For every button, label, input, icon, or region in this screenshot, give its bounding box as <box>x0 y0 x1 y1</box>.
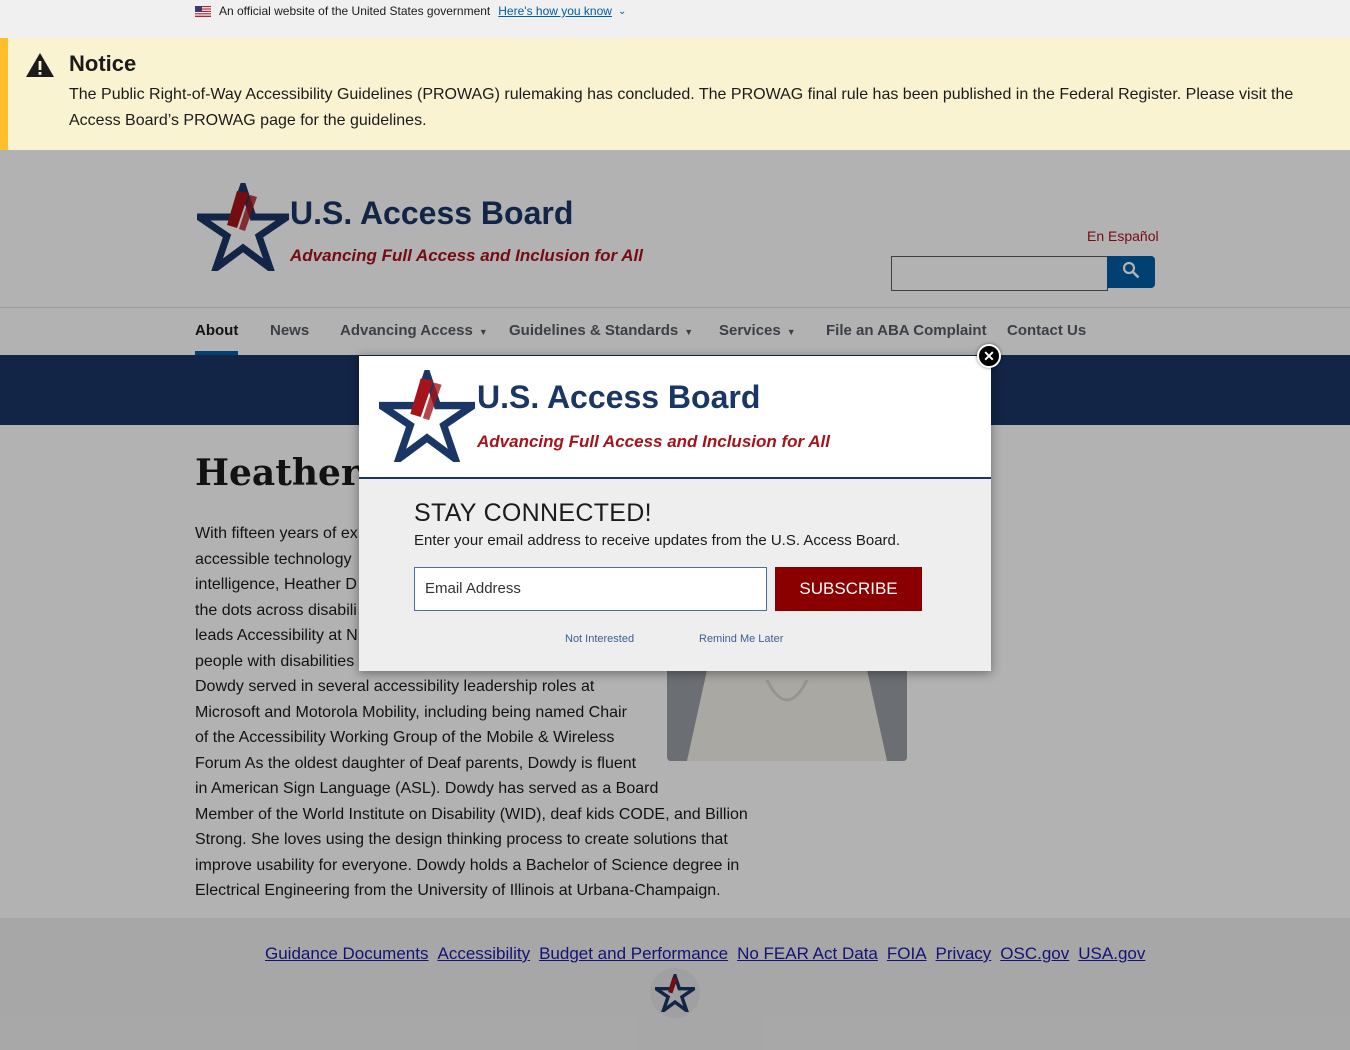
nav-advancing-access-label: Advancing Access <box>340 322 473 339</box>
nav-services-label: Services <box>719 322 781 339</box>
nav-guidelines-standards[interactable]: Guidelines & Standards ▼ <box>509 322 693 339</box>
chevron-down-icon: ▼ <box>786 327 796 337</box>
access-board-star-logo[interactable] <box>187 175 299 278</box>
email-field[interactable]: Email Address <box>414 567 767 611</box>
notice-title: Notice <box>69 51 137 76</box>
nav-services[interactable]: Services ▼ <box>719 322 796 339</box>
us-flag-icon <box>195 5 211 17</box>
nav-news[interactable]: News <box>270 322 309 339</box>
modal-instructions: Enter your email address to receive upda… <box>414 532 901 549</box>
site-footer: Guidance Documents Accessibility Budget … <box>0 918 1350 1050</box>
nav-contact-us[interactable]: Contact Us <box>1007 322 1086 339</box>
access-board-star-logo <box>369 362 485 469</box>
remind-later-link[interactable]: Remind Me Later <box>699 633 783 645</box>
main-nav: About News Advancing Access ▼ Guidelines … <box>0 308 1350 355</box>
site-title[interactable]: U.S. Access Board <box>290 195 573 232</box>
stay-connected-heading: STAY CONNECTED! <box>414 499 652 527</box>
not-interested-link[interactable]: Not Interested <box>565 633 634 645</box>
gov-banner-text: An official website of the United States… <box>219 4 491 18</box>
site-tagline: Advancing Full Access and Inclusion for … <box>290 246 643 265</box>
footer-star-logo <box>650 968 700 1018</box>
bio-line: in American Sign Language (ASL). Dowdy h… <box>195 780 659 797</box>
bio-line: Strong. She loves using the design think… <box>195 831 728 848</box>
espanol-link[interactable]: En Español <box>1087 228 1159 244</box>
footer-link-guidance[interactable]: Guidance Documents <box>265 944 428 964</box>
warning-icon <box>25 52 55 83</box>
footer-link-privacy[interactable]: Privacy <box>936 944 992 964</box>
bio-line: Electrical Engineering from the Universi… <box>195 882 721 899</box>
newsletter-modal: U.S. Access Board Advancing Full Access … <box>359 344 1001 671</box>
notice-body: The Public Right-of-Way Accessibility Gu… <box>69 86 1294 129</box>
chevron-down-icon: ▼ <box>478 327 488 337</box>
site-header: U.S. Access Board Advancing Full Access … <box>0 150 1350 308</box>
subscribe-button[interactable]: SUBSCRIBE <box>775 567 922 611</box>
chevron-down-icon[interactable]: ⌄ <box>618 6 626 17</box>
nav-advancing-access[interactable]: Advancing Access ▼ <box>340 322 488 339</box>
footer-link-no-fear[interactable]: No FEAR Act Data <box>737 944 878 964</box>
search-input[interactable] <box>891 256 1108 291</box>
nav-file-aba-complaint[interactable]: File an ABA Complaint <box>826 322 987 339</box>
footer-link-budget[interactable]: Budget and Performance <box>539 944 728 964</box>
footer-link-usa[interactable]: USA.gov <box>1078 944 1145 964</box>
bio-line: improve usability for everyone. Dowdy ho… <box>195 856 740 874</box>
chevron-down-icon: ▼ <box>684 327 694 337</box>
nav-guidelines-label: Guidelines & Standards <box>509 322 679 339</box>
nav-about[interactable]: About <box>195 322 238 339</box>
footer-link-accessibility[interactable]: Accessibility <box>437 944 530 964</box>
modal-title: U.S. Access Board <box>477 379 761 415</box>
footer-link-osc[interactable]: OSC.gov <box>1000 944 1069 964</box>
modal-header: U.S. Access Board Advancing Full Access … <box>359 356 991 479</box>
footer-link-foia[interactable]: FOIA <box>887 944 927 964</box>
close-icon[interactable]: ✕ <box>977 344 1001 368</box>
heres-how-you-know-link[interactable]: Here's how you know <box>498 4 612 18</box>
bio-line: Member of the World Institute on Disabil… <box>195 805 748 823</box>
notice-alert: Notice The Public Right-of-Way Accessibi… <box>0 38 1350 150</box>
gov-banner: An official website of the United States… <box>0 0 1350 38</box>
modal-tagline: Advancing Full Access and Inclusion for … <box>477 432 830 451</box>
search-button[interactable] <box>1107 256 1155 288</box>
search-icon <box>1122 261 1140 284</box>
